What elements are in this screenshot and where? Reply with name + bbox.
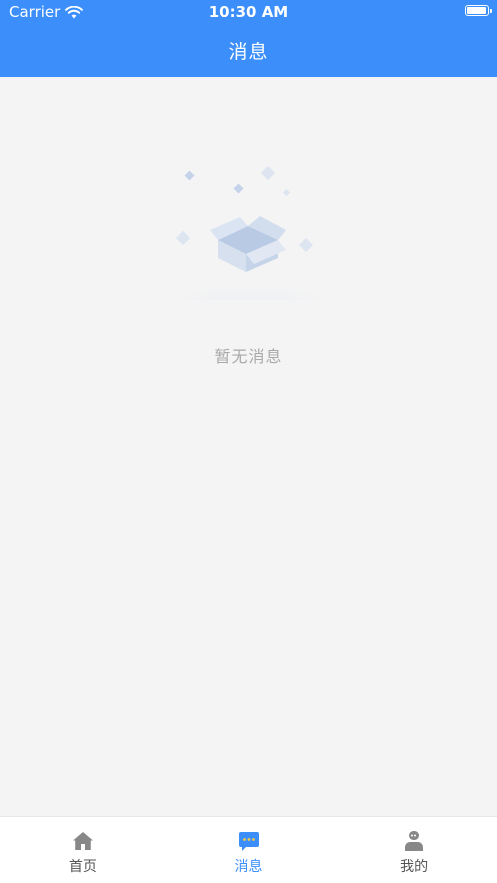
tab-messages-label: 消息 [234,859,263,875]
battery-icon [465,5,492,16]
tab-home-label: 首页 [68,859,97,875]
empty-message: 暂无消息 [214,347,283,366]
tab-profile[interactable]: 我的 [331,817,497,883]
tab-home[interactable]: 首页 [0,817,166,883]
tab-bar: 首页 消息 我的 [0,816,497,883]
status-time: 10:30 AM [208,3,289,21]
app-screen: Carrier 10:30 AM 消息 暂无消息 首页 消息 我的 [0,0,497,883]
page-title: 消息 [228,41,269,63]
status-bar: Carrier 10:30 AM [0,0,497,26]
home-icon [72,832,93,850]
tab-messages[interactable]: 消息 [166,817,332,883]
empty-box-illustration [155,165,345,300]
tab-profile-label: 我的 [400,859,429,875]
message-icon [238,832,259,851]
header: Carrier 10:30 AM 消息 [0,0,497,77]
profile-icon [405,831,424,851]
